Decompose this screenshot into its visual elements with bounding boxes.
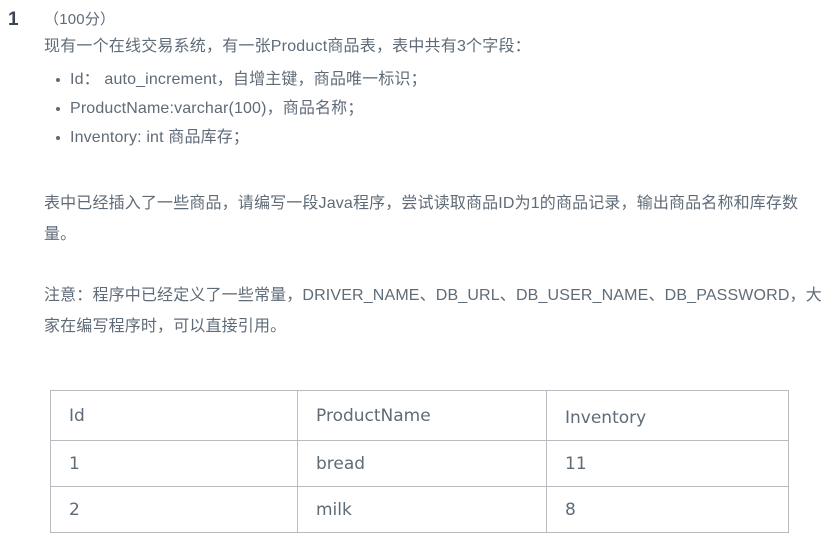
question-score-label: （100分） [44,11,116,28]
list-item: Inventory: int 商品库存； [56,123,824,152]
table-header-row: Id ProductName Inventory [50,390,789,441]
table-body: 1 bread 11 2 milk 8 [50,440,789,533]
table-row: 1 bread 11 [50,440,789,487]
product-table: Id ProductName Inventory 1 bread 11 2 mi… [50,390,789,533]
cell-id: 1 [50,440,298,487]
cell-id: 2 [50,486,298,533]
column-header-inventory: Inventory [546,390,789,441]
column-header-productname: ProductName [297,390,547,441]
question-container: 1 （100分） 现有一个在线交易系统，有一张Product商品表，表中共有3个… [0,0,835,538]
task-paragraph: 表中已经插入了一些商品，请编写一段Java程序，尝试读取商品ID为1的商品记录，… [44,195,799,243]
note-paragraph: 注意：程序中已经定义了一些常量，DRIVER_NAME、DB_URL、DB_US… [44,287,822,335]
list-item: Id： auto_increment，自增主键，商品唯一标识； [56,65,824,94]
question-intro-text: 现有一个在线交易系统，有一张Product商品表，表中共有3个字段： [44,38,531,55]
table-header: Id ProductName Inventory [50,390,789,441]
question-body: （100分） 现有一个在线交易系统，有一张Product商品表，表中共有3个字段… [44,7,824,342]
cell-productname: bread [297,440,547,487]
field-list: Id： auto_increment，自增主键，商品唯一标识； ProductN… [44,65,824,152]
list-item: ProductName:varchar(100)，商品名称； [56,94,824,123]
question-number: 1 [8,9,19,30]
cell-productname: milk [297,486,547,533]
cell-inventory: 8 [546,486,789,533]
product-table-container: Id ProductName Inventory 1 bread 11 2 mi… [50,390,789,533]
table-row: 2 milk 8 [50,486,789,533]
column-header-id: Id [50,390,298,441]
cell-inventory: 11 [546,440,789,487]
